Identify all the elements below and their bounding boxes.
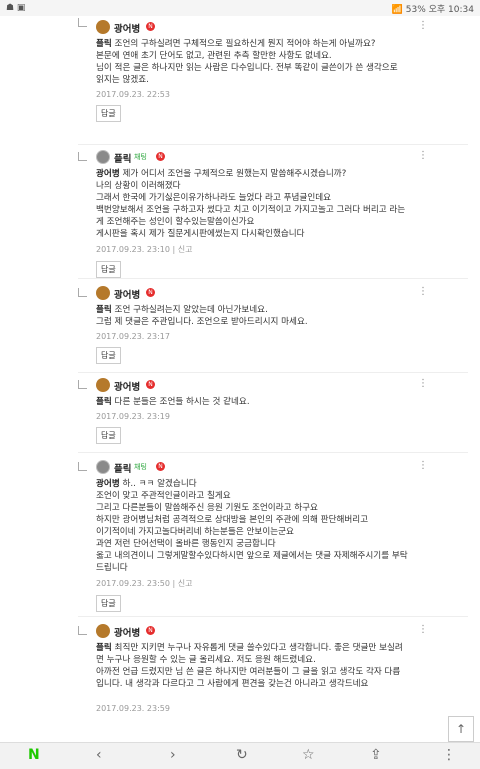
mention[interactable]: 플릭 bbox=[96, 643, 112, 653]
divider bbox=[78, 144, 468, 145]
comment-text: 플릭 다른 분들은 조언들 하시는 것 같네요. bbox=[96, 396, 408, 408]
more-options-icon[interactable]: ⋮ bbox=[418, 150, 428, 161]
more-options-icon[interactable]: ⋮ bbox=[418, 624, 428, 635]
star-icon[interactable]: ☆ bbox=[302, 747, 315, 763]
comment: 광어병 N 플릭 조언의 구하실려면 구체적으로 필요하신게 뭔지 적어야 하는… bbox=[78, 20, 408, 122]
back-icon[interactable]: ‹ bbox=[96, 747, 102, 763]
refresh-icon[interactable]: ↻ bbox=[236, 747, 248, 763]
avatar[interactable] bbox=[96, 378, 110, 392]
chat-icon[interactable]: 채팅 bbox=[134, 462, 147, 472]
status-left: ☗ ▣ bbox=[6, 3, 26, 13]
comment: 광어병 N 플릭 최직만 지키면 누구나 자유롭게 댓글 쓸수있다고 생각합니다… bbox=[78, 624, 408, 713]
reply-button[interactable]: 답글 bbox=[96, 347, 121, 364]
new-badge: N bbox=[146, 22, 155, 31]
comment-text: 플릭 최직만 지키면 누구나 자유롭게 댓글 쓸수있다고 생각합니다. 좋은 댓… bbox=[96, 642, 408, 690]
divider bbox=[78, 372, 468, 373]
comment: 광어병 N 플릭 다른 분들은 조언들 하시는 것 같네요. 2017.09.2… bbox=[78, 378, 408, 444]
nickname[interactable]: 광어병 bbox=[114, 625, 140, 639]
divider bbox=[78, 278, 468, 279]
more-options-icon[interactable]: ⋮ bbox=[418, 20, 428, 31]
reply-button[interactable]: 답글 bbox=[96, 105, 121, 122]
forward-icon[interactable]: › bbox=[170, 747, 176, 763]
nickname[interactable]: 플릭 bbox=[114, 461, 131, 475]
comment-date: 2017.09.23. 23:19 bbox=[96, 412, 170, 421]
comment-date: 2017.09.23. 22:53 bbox=[96, 90, 170, 99]
divider bbox=[78, 616, 468, 617]
comment-date: 2017.09.23. 23:17 bbox=[96, 332, 170, 341]
comment-body: 조언의 구하실려면 구체적으로 필요하신게 뭔지 적어야 하는게 아닐까요? 본… bbox=[96, 39, 398, 85]
comment-date: 2017.09.23. 23:10 bbox=[96, 245, 170, 254]
comment-body: 제가 어디서 조언을 구체적으로 원했는지 말씀해주시겠습니까? 나의 상황이 … bbox=[96, 169, 406, 239]
new-badge: N bbox=[146, 380, 155, 389]
mention[interactable]: 광어병 bbox=[96, 169, 120, 179]
new-badge: N bbox=[146, 288, 155, 297]
comment: 광어병 N 플릭 조언 구하실려는지 알았는데 아닌가보네요. 그럼 제 댓글은… bbox=[78, 286, 408, 364]
reply-button[interactable]: 답글 bbox=[96, 595, 121, 612]
naver-home-icon[interactable]: N bbox=[28, 747, 40, 763]
status-bar: ☗ ▣ 📶 53% 오후 10:34 bbox=[0, 0, 480, 16]
reply-button[interactable]: 답글 bbox=[96, 427, 121, 444]
comment-body: 조언 구하실려는지 알았는데 아닌가보네요. 그럼 제 댓글은 주관입니다. 조… bbox=[96, 305, 308, 327]
more-options-icon[interactable]: ⋮ bbox=[418, 460, 428, 471]
comment-text: 광어병 하.. ㅋㅋ 알겠습니다 조언이 맞고 주관적인글이라고 칠게요 그리고… bbox=[96, 478, 408, 574]
comment-list: 광어병 N 플릭 조언의 구하실려면 구체적으로 필요하신게 뭔지 적어야 하는… bbox=[0, 16, 480, 742]
comment-body: 최직만 지키면 누구나 자유롭게 댓글 쓸수있다고 생각합니다. 좋은 댓글만 … bbox=[96, 643, 403, 689]
mention[interactable]: 플릭 bbox=[96, 305, 112, 315]
comment-text: 플릭 조언 구하실려는지 알았는데 아닌가보네요. 그럼 제 댓글은 주관입니다… bbox=[96, 304, 408, 328]
nickname[interactable]: 광어병 bbox=[114, 287, 140, 301]
avatar[interactable] bbox=[96, 286, 110, 300]
nickname[interactable]: 광어병 bbox=[114, 379, 140, 393]
comment: 플릭 채팅 N 광어병 하.. ㅋㅋ 알겠습니다 조언이 맞고 주관적인글이라고… bbox=[78, 460, 408, 612]
divider bbox=[78, 452, 468, 453]
browser-toolbar: N ‹ › ↻ ☆ ⇪ ⋮ bbox=[0, 742, 480, 769]
comment-body: 하.. ㅋㅋ 알겠습니다 조언이 맞고 주관적인글이라고 칠게요 그리고 다른분… bbox=[96, 479, 408, 573]
avatar[interactable] bbox=[96, 150, 110, 164]
more-options-icon[interactable]: ⋮ bbox=[418, 378, 428, 389]
new-badge: N bbox=[156, 462, 165, 471]
comment-text: 플릭 조언의 구하실려면 구체적으로 필요하신게 뭔지 적어야 하는게 아닐까요… bbox=[96, 38, 408, 86]
comment-date: 2017.09.23. 23:50 bbox=[96, 579, 170, 588]
avatar[interactable] bbox=[96, 460, 110, 474]
mention[interactable]: 플릭 bbox=[96, 39, 112, 49]
new-badge: N bbox=[156, 152, 165, 161]
comment: 플릭 채팅 N 광어병 제가 어디서 조언을 구체적으로 원했는지 말씀해주시겠… bbox=[78, 150, 408, 278]
mention[interactable]: 플릭 bbox=[96, 397, 112, 407]
comment-date: 2017.09.23. 23:59 bbox=[96, 704, 170, 713]
nickname[interactable]: 플릭 bbox=[114, 151, 131, 165]
more-menu-icon[interactable]: ⋮ bbox=[442, 747, 456, 763]
status-right: 📶 53% 오후 10:34 bbox=[391, 5, 474, 15]
report-link[interactable]: 신고 bbox=[178, 245, 193, 254]
more-options-icon[interactable]: ⋮ bbox=[418, 286, 428, 297]
comment-body: 다른 분들은 조언들 하시는 것 같네요. bbox=[111, 397, 250, 407]
comment-text: 광어병 제가 어디서 조언을 구체적으로 원했는지 말씀해주시겠습니까? 나의 … bbox=[96, 168, 408, 240]
nickname[interactable]: 광어병 bbox=[114, 21, 140, 35]
avatar[interactable] bbox=[96, 624, 110, 638]
share-icon[interactable]: ⇪ bbox=[370, 747, 382, 763]
report-link[interactable]: 신고 bbox=[178, 579, 193, 588]
reply-button[interactable]: 답글 bbox=[96, 261, 121, 278]
avatar[interactable] bbox=[96, 20, 110, 34]
chat-icon[interactable]: 채팅 bbox=[134, 152, 147, 162]
mention[interactable]: 광어병 bbox=[96, 479, 120, 489]
scroll-top-button[interactable]: ↑ bbox=[448, 716, 474, 742]
new-badge: N bbox=[146, 626, 155, 635]
